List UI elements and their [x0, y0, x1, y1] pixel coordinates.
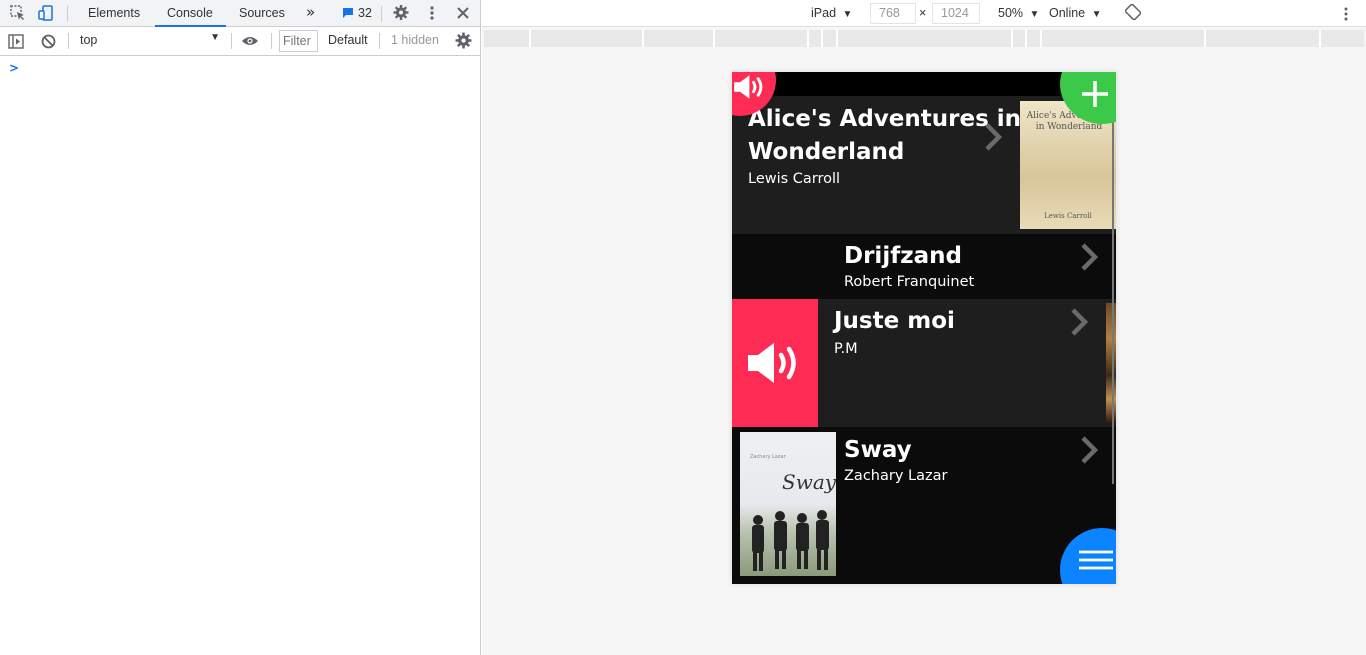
message-count: 32: [358, 6, 372, 20]
book-author: Robert Franquinet: [844, 274, 975, 290]
list-item[interactable]: Juste moi P.M: [732, 299, 1116, 427]
hidden-messages-count: 1 hidden: [391, 33, 439, 47]
live-expression-eye-icon[interactable]: [241, 35, 259, 50]
list-item[interactable]: Zachary Lazar Sway Sway Zachary Lazar: [732, 427, 1116, 584]
dropdown-arrow-icon: ▼: [210, 32, 220, 43]
book-title: Alice's Adventures in Wonderland: [748, 103, 1021, 169]
cover-figures: [752, 510, 829, 571]
book-title-line: Alice's Adventures in: [748, 106, 1022, 132]
tab-sources[interactable]: Sources: [227, 0, 297, 27]
console-toolbar: top ▼ Default 1 hidden: [0, 27, 480, 56]
device-toolbar-icon[interactable]: [38, 5, 54, 21]
divider: [379, 33, 380, 49]
tab-elements[interactable]: Elements: [76, 0, 152, 27]
list-item[interactable]: Alice's Adventures in Wonderland Lewis C…: [732, 96, 1116, 234]
settings-gear-icon[interactable]: [393, 4, 409, 20]
divider: [231, 33, 232, 49]
devtools-panel: Elements Console Sources » 32 top ▼ Filt…: [0, 0, 481, 655]
divider: [68, 33, 69, 49]
device-toolbar-menu-icon[interactable]: [1344, 6, 1348, 25]
device-viewport: Alice's Adventures in Wonderland Lewis C…: [732, 72, 1116, 584]
speaker-icon: [746, 341, 804, 388]
network-throttle-selector[interactable]: Online ▼: [1049, 6, 1102, 20]
context-label: top: [80, 33, 98, 47]
scrollbar[interactable]: [1112, 96, 1114, 484]
more-tabs-button[interactable]: »: [306, 3, 315, 21]
device-name: iPad: [811, 6, 837, 20]
message-icon: [343, 8, 353, 18]
zoom-value: 50%: [998, 6, 1024, 20]
cover-title: Sway: [782, 470, 836, 494]
console-filter-input[interactable]: [279, 30, 318, 52]
kebab-menu-icon[interactable]: [424, 5, 440, 21]
cover-author: Zachary Lazar: [750, 454, 786, 460]
chevron-right-icon[interactable]: [1080, 242, 1099, 275]
devtools-tabbar: Elements Console Sources » 32: [0, 0, 480, 27]
dimension-separator: ×: [919, 6, 927, 20]
list-item[interactable]: Drijfzand Robert Franquinet: [732, 234, 1116, 299]
book-title: Sway: [844, 437, 912, 463]
dropdown-arrow-icon: ▼: [842, 9, 853, 20]
book-title-line: Wonderland: [748, 139, 905, 165]
context-selector[interactable]: top ▼: [78, 27, 224, 55]
device-emulation-pane: iPad ▼ 768 × 1024 50% ▼ Online ▼ Alice's…: [482, 0, 1366, 655]
device-width-input[interactable]: 768: [870, 3, 916, 24]
messages-badge[interactable]: 32: [342, 6, 372, 20]
divider: [67, 6, 68, 22]
tab-console[interactable]: Console: [155, 0, 226, 27]
dropdown-arrow-icon: ▼: [1029, 9, 1040, 20]
inspect-element-icon[interactable]: [10, 5, 26, 21]
chevron-right-icon[interactable]: [1080, 435, 1099, 468]
top-bar: [732, 72, 1116, 96]
close-icon[interactable]: [455, 5, 471, 21]
hamburger-menu-icon: [1078, 550, 1114, 573]
console-settings-gear-icon[interactable]: [455, 32, 472, 52]
device-toolbar: iPad ▼ 768 × 1024 50% ▼ Online ▼: [482, 0, 1366, 27]
book-title: Drijfzand: [844, 243, 962, 269]
divider: [381, 6, 382, 22]
book-title: Juste moi: [834, 308, 955, 334]
book-cover: Zachary Lazar Sway: [740, 432, 836, 576]
zoom-selector[interactable]: 50% ▼: [998, 6, 1039, 20]
log-levels-dropdown[interactable]: Default: [328, 33, 368, 47]
book-author: Zachary Lazar: [844, 468, 948, 484]
dropdown-arrow-icon: ▼: [1091, 9, 1102, 20]
device-selector[interactable]: iPad ▼: [811, 6, 852, 20]
console-output[interactable]: >: [0, 57, 480, 655]
book-author: P.M: [834, 341, 858, 357]
cover-author: Lewis Carroll: [1044, 212, 1092, 220]
now-playing-panel[interactable]: [732, 299, 818, 427]
divider: [271, 33, 272, 49]
book-author: Lewis Carroll: [748, 171, 841, 187]
console-prompt: >: [9, 61, 20, 75]
media-query-ruler[interactable]: [484, 30, 1364, 47]
rotate-icon[interactable]: [1124, 3, 1142, 23]
clear-console-icon[interactable]: [41, 34, 56, 52]
chevron-right-icon[interactable]: [984, 122, 1003, 155]
book-cover: [1106, 303, 1116, 423]
speaker-icon: [733, 74, 767, 103]
chevron-right-icon[interactable]: [1070, 307, 1089, 340]
device-height-input[interactable]: 1024: [932, 3, 980, 24]
network-value: Online: [1049, 6, 1086, 20]
plus-icon: [1080, 79, 1110, 112]
sidebar-toggle-icon[interactable]: [8, 34, 24, 52]
